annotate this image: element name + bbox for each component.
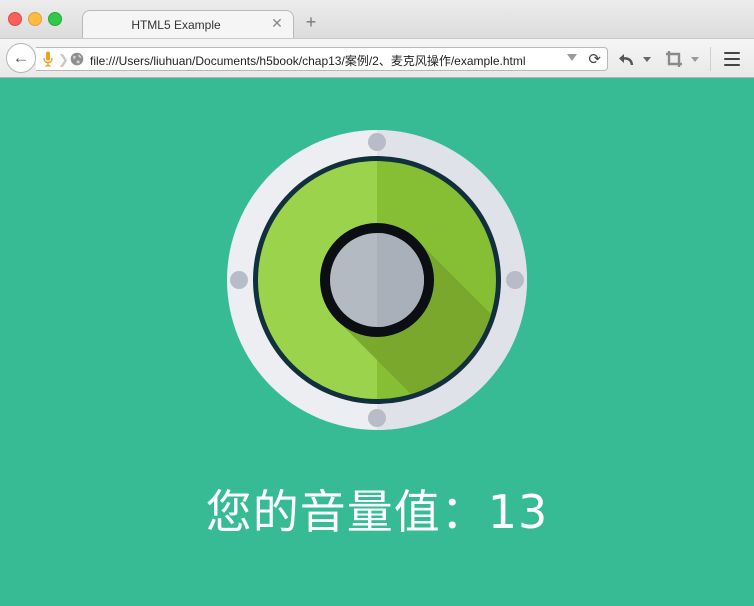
globe-icon — [70, 52, 84, 66]
title-bar: HTML5 Example ✕ + — [0, 0, 754, 40]
volume-readout: 您的音量值：13 — [0, 476, 754, 542]
undo-icon[interactable] — [617, 50, 635, 68]
rim-bolt-right — [506, 271, 524, 289]
close-window-button[interactable] — [8, 12, 22, 26]
volume-label: 您的音量值： — [205, 485, 488, 539]
history-dropdown-icon[interactable] — [567, 54, 577, 61]
address-bar[interactable]: ❯ file:///Users/liuhuan/Documents/h5book… — [36, 47, 608, 71]
hamburger-menu-icon[interactable] — [724, 52, 740, 66]
new-tab-button[interactable]: + — [302, 13, 320, 31]
back-arrow-icon: ← — [12, 48, 30, 67]
navigation-bar: ← ❯ file:///Users/liuhuan/Documents/h5bo… — [0, 38, 754, 78]
volume-value: 13 — [487, 485, 549, 539]
rim-bolt-bottom — [368, 409, 386, 427]
undo-dropdown-icon[interactable] — [643, 57, 651, 62]
close-tab-icon[interactable]: ✕ — [270, 16, 284, 30]
page-content: 您的音量值：13 — [0, 78, 754, 606]
reload-icon[interactable]: ⟳ — [588, 50, 601, 68]
rim-bolt-left — [230, 271, 248, 289]
separator-chevron-icon: ❯ — [58, 52, 69, 67]
back-button[interactable]: ← — [6, 43, 36, 73]
microphone-dial — [227, 130, 527, 430]
rim-bolt-top — [368, 133, 386, 151]
maximize-window-button[interactable] — [48, 12, 62, 26]
crop-dropdown-icon[interactable] — [691, 57, 699, 62]
microphone-icon[interactable] — [42, 51, 54, 67]
minimize-window-button[interactable] — [28, 12, 42, 26]
tab-html5-example[interactable]: HTML5 Example ✕ — [82, 10, 294, 40]
toolbar-divider — [710, 47, 711, 71]
url-text[interactable]: file:///Users/liuhuan/Documents/h5book/c… — [90, 52, 526, 69]
tab-title: HTML5 Example — [131, 18, 221, 32]
crop-icon[interactable] — [665, 50, 683, 68]
